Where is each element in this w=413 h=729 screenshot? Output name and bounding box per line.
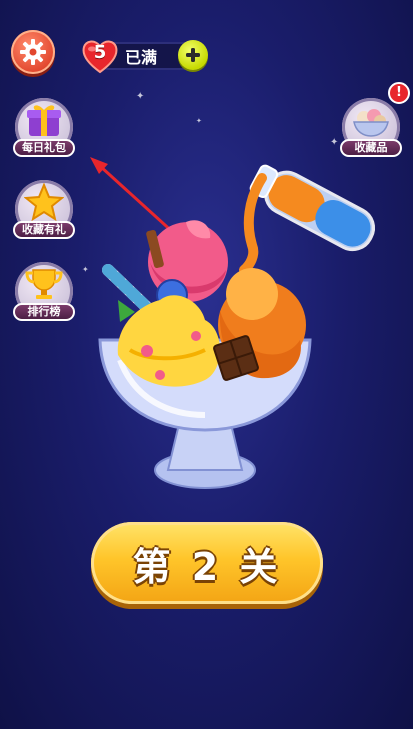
syrup-bottle-icon xyxy=(249,164,376,252)
level-label: 第 2 关 xyxy=(132,544,282,589)
start-level-button[interactable]: 第 2 关 xyxy=(91,522,323,604)
red-arrow-icon xyxy=(90,157,178,237)
game-home-screen: ✦ ✦ ✦ ✦ ✦ ✦ 5 已满 xyxy=(0,0,413,729)
sundae-illustration xyxy=(90,157,376,489)
